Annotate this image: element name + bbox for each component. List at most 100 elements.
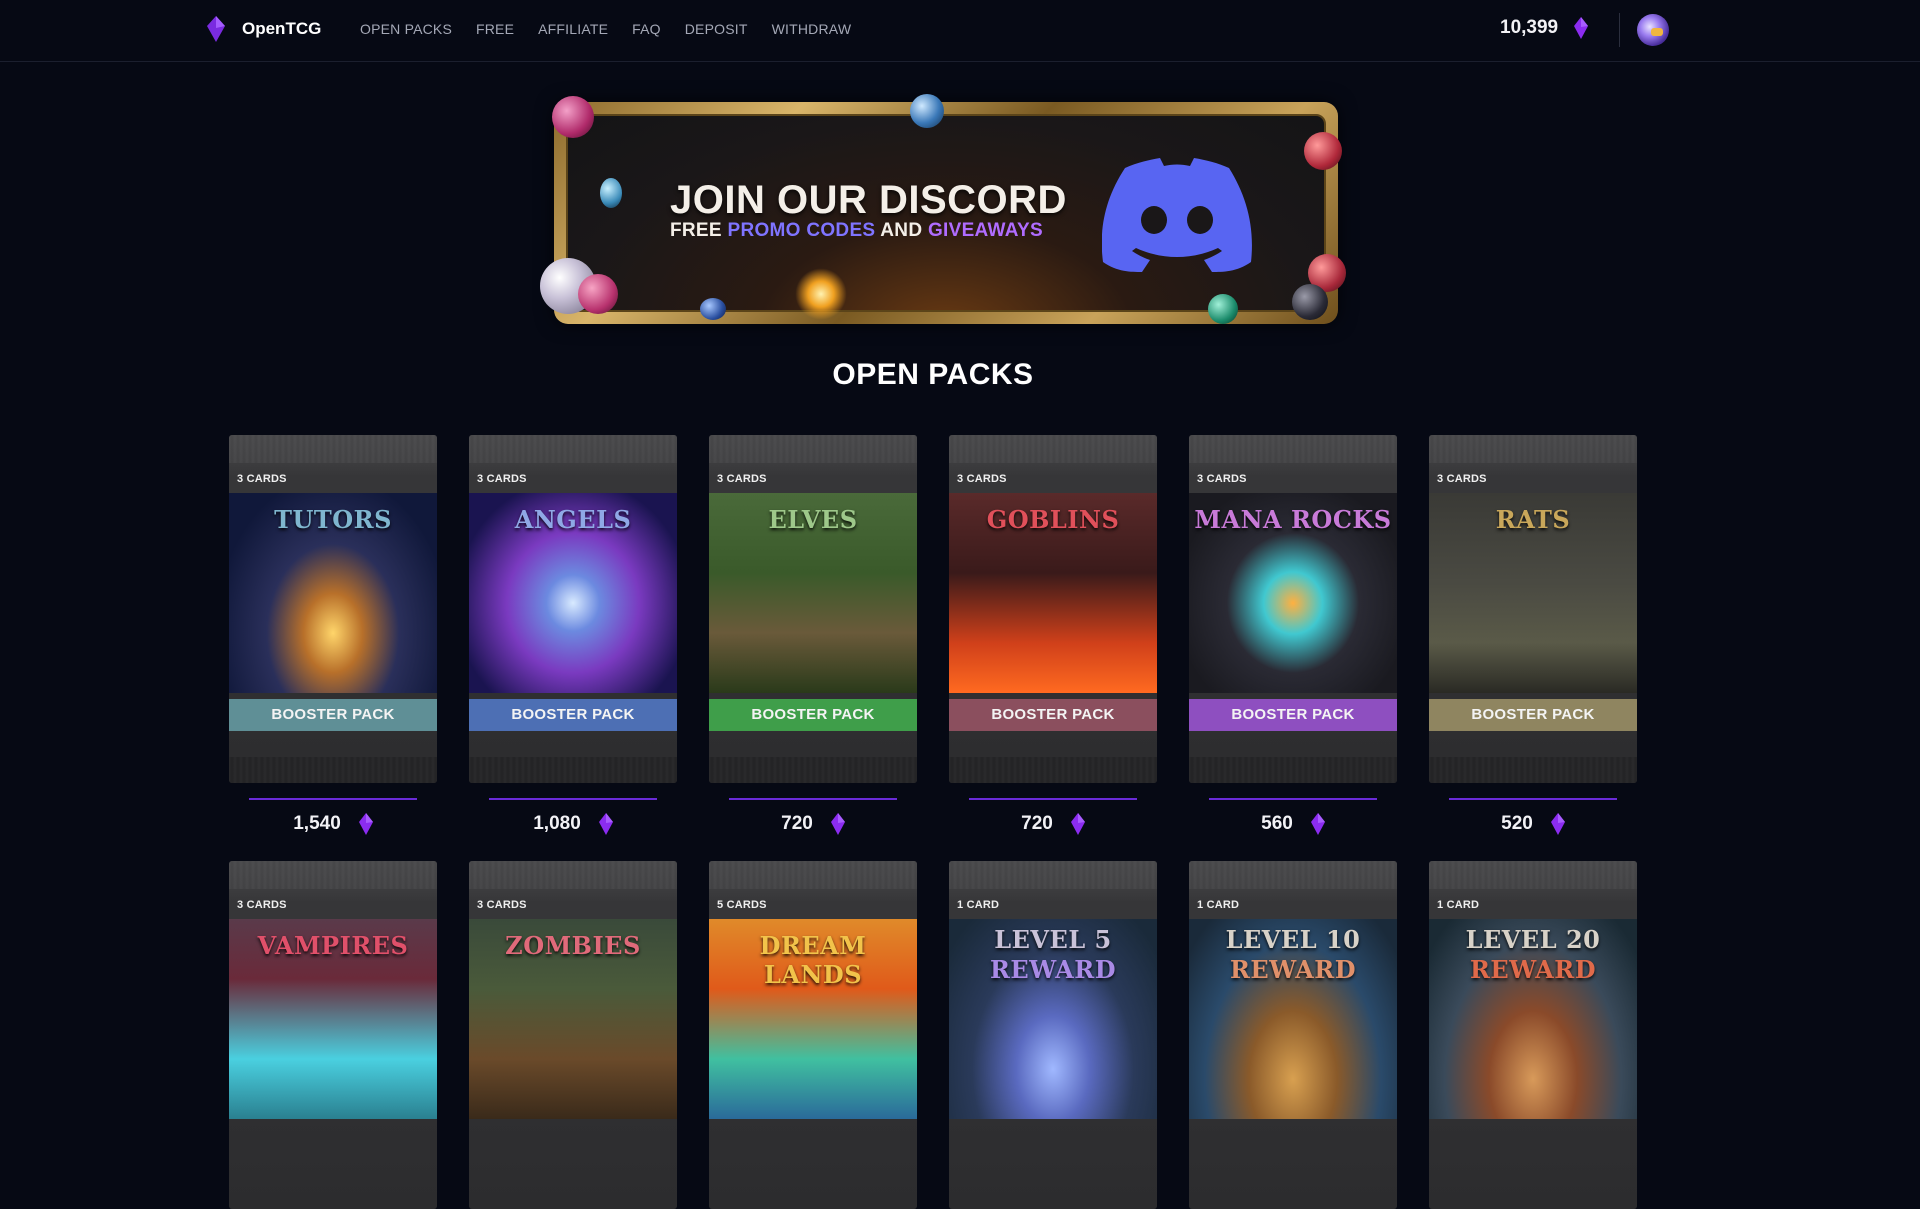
gem-decoration-icon [600,178,622,208]
banner-sub-promo: PROMO CODES [727,220,876,241]
nav-withdraw[interactable]: WITHDRAW [772,21,852,37]
user-avatar[interactable] [1637,14,1669,46]
pack-tile[interactable]: 3 CARDS TUTORS BOOSTER PACK 1,540 [229,435,437,835]
pack-tile[interactable]: 5 CARDS DREAM LANDS [709,861,917,1209]
pack-tile[interactable]: 3 CARDS ANGELS BOOSTER PACK 1,080 [469,435,677,835]
pack-tile[interactable]: 3 CARDS RATS BOOSTER PACK 520 [1429,435,1637,835]
pack-price-value: 1,540 [293,813,341,834]
pack-ribbon: BOOSTER PACK [709,699,917,731]
banner-title: JOIN OUR DISCORD [670,178,1067,222]
pack-card-count: 3 CARDS [237,473,287,485]
gem-currency-icon [1310,813,1325,835]
pack-name: DREAM LANDS [759,931,867,989]
pack-crimp-bottom [469,757,677,783]
price-divider [1209,798,1377,800]
gem-currency-icon [1070,813,1085,835]
pack-price: 1,540 [229,813,437,835]
gem-decoration-icon [700,298,726,320]
pack-price: 720 [709,813,917,835]
nav-faq[interactable]: FAQ [632,21,661,37]
nav-divider [1619,13,1620,47]
gem-decoration-icon [1292,284,1328,320]
pack-card-count: 3 CARDS [477,899,527,911]
pack-crimp-top [1189,861,1397,889]
pack-card[interactable]: 3 CARDS VAMPIRES [229,861,437,1209]
pack-tile[interactable]: 3 CARDS MANA ROCKS BOOSTER PACK 560 [1189,435,1397,835]
pack-card[interactable]: 3 CARDS ANGELS BOOSTER PACK [469,435,677,783]
pack-crimp-top [949,861,1157,889]
discord-banner[interactable]: JOIN OUR DISCORD FREE PROMO CODES AND GI… [540,88,1352,338]
gem-currency-icon [598,813,613,835]
pack-tile[interactable]: 1 CARD LEVEL 20 REWARD [1429,861,1637,1209]
brand[interactable]: OpenTCG [206,16,321,42]
price-divider [729,798,897,800]
pack-card-count: 5 CARDS [717,899,767,911]
pack-card-count: 3 CARDS [477,473,527,485]
pack-price-value: 1,080 [533,813,581,834]
pack-tile[interactable]: 3 CARDS GOBLINS BOOSTER PACK 720 [949,435,1157,835]
pack-crimp-top [229,861,437,889]
pack-card[interactable]: 3 CARDS ELVES BOOSTER PACK [709,435,917,783]
pack-crimp-bottom [1189,757,1397,783]
price-divider [489,798,657,800]
pack-crimp-bottom [229,757,437,783]
pack-card[interactable]: 3 CARDS RATS BOOSTER PACK [1429,435,1637,783]
wallet-balance[interactable]: 10,399 [1500,17,1589,39]
banner-subtitle: FREE PROMO CODES AND GIVEAWAYS [670,220,1043,242]
pack-ribbon: BOOSTER PACK [229,699,437,731]
brand-name: OpenTCG [242,19,322,38]
pack-name: LEVEL 5 [994,925,1112,954]
nav-open-packs[interactable]: OPEN PACKS [360,21,452,37]
pack-card-count: 1 CARD [1437,899,1480,911]
gem-currency-icon [830,813,845,835]
pack-card-count: 1 CARD [957,899,1000,911]
pack-tile[interactable]: 3 CARDS ZOMBIES [469,861,677,1209]
pack-card[interactable]: 1 CARD LEVEL 20 REWARD [1429,861,1637,1209]
pack-name: VAMPIRES [257,931,409,960]
pack-card[interactable]: 5 CARDS DREAM LANDS [709,861,917,1209]
pack-name-line2: REWARD [1469,955,1597,984]
pack-tile[interactable]: 1 CARD LEVEL 10 REWARD [1189,861,1397,1209]
pack-card[interactable]: 3 CARDS TUTORS BOOSTER PACK [229,435,437,783]
pack-crimp-top [1429,861,1637,889]
pack-name: ELVES [768,505,858,534]
pack-card[interactable]: 1 CARD LEVEL 5 REWARD [949,861,1157,1209]
gem-logo-icon [207,16,225,42]
gem-decoration-icon [910,94,944,128]
pack-name-line2: REWARD [1229,955,1357,984]
pack-card-count: 1 CARD [1197,899,1240,911]
pack-crimp-top [1189,435,1397,463]
pack-crimp-top [229,435,437,463]
pack-price-value: 720 [1021,813,1053,834]
pack-price: 520 [1429,813,1637,835]
discord-logo-icon [1102,158,1252,272]
pack-tile[interactable]: 1 CARD LEVEL 5 REWARD [949,861,1157,1209]
main-nav: OPEN PACKS FREE AFFILIATE FAQ DEPOSIT WI… [360,21,875,37]
nav-affiliate[interactable]: AFFILIATE [538,21,608,37]
price-divider [969,798,1137,800]
pack-name: LEVEL 20 [1465,925,1601,954]
pack-price: 1,080 [469,813,677,835]
pack-crimp-bottom [709,757,917,783]
nav-free[interactable]: FREE [476,21,514,37]
pack-card[interactable]: 3 CARDS MANA ROCKS BOOSTER PACK [1189,435,1397,783]
pack-tile[interactable]: 3 CARDS VAMPIRES [229,861,437,1209]
pack-name: ANGELS [514,505,632,534]
top-navbar: OpenTCG OPEN PACKS FREE AFFILIATE FAQ DE… [0,0,1920,62]
nav-deposit[interactable]: DEPOSIT [685,21,748,37]
pack-ribbon: BOOSTER PACK [1189,699,1397,731]
pack-tile[interactable]: 3 CARDS ELVES BOOSTER PACK 720 [709,435,917,835]
pack-card[interactable]: 3 CARDS GOBLINS BOOSTER PACK [949,435,1157,783]
price-divider [1449,798,1617,800]
pack-crimp-top [949,435,1157,463]
pack-crimp-top [709,435,917,463]
balance-amount: 10,399 [1500,17,1559,38]
pack-card[interactable]: 3 CARDS ZOMBIES [469,861,677,1209]
pack-card-count: 3 CARDS [957,473,1007,485]
gem-decoration-icon [552,96,594,138]
pack-crimp-top [469,861,677,889]
pack-card[interactable]: 1 CARD LEVEL 10 REWARD [1189,861,1397,1209]
gem-currency-icon [1550,813,1565,835]
pack-name: RATS [1495,505,1571,534]
pack-card-count: 3 CARDS [237,899,287,911]
